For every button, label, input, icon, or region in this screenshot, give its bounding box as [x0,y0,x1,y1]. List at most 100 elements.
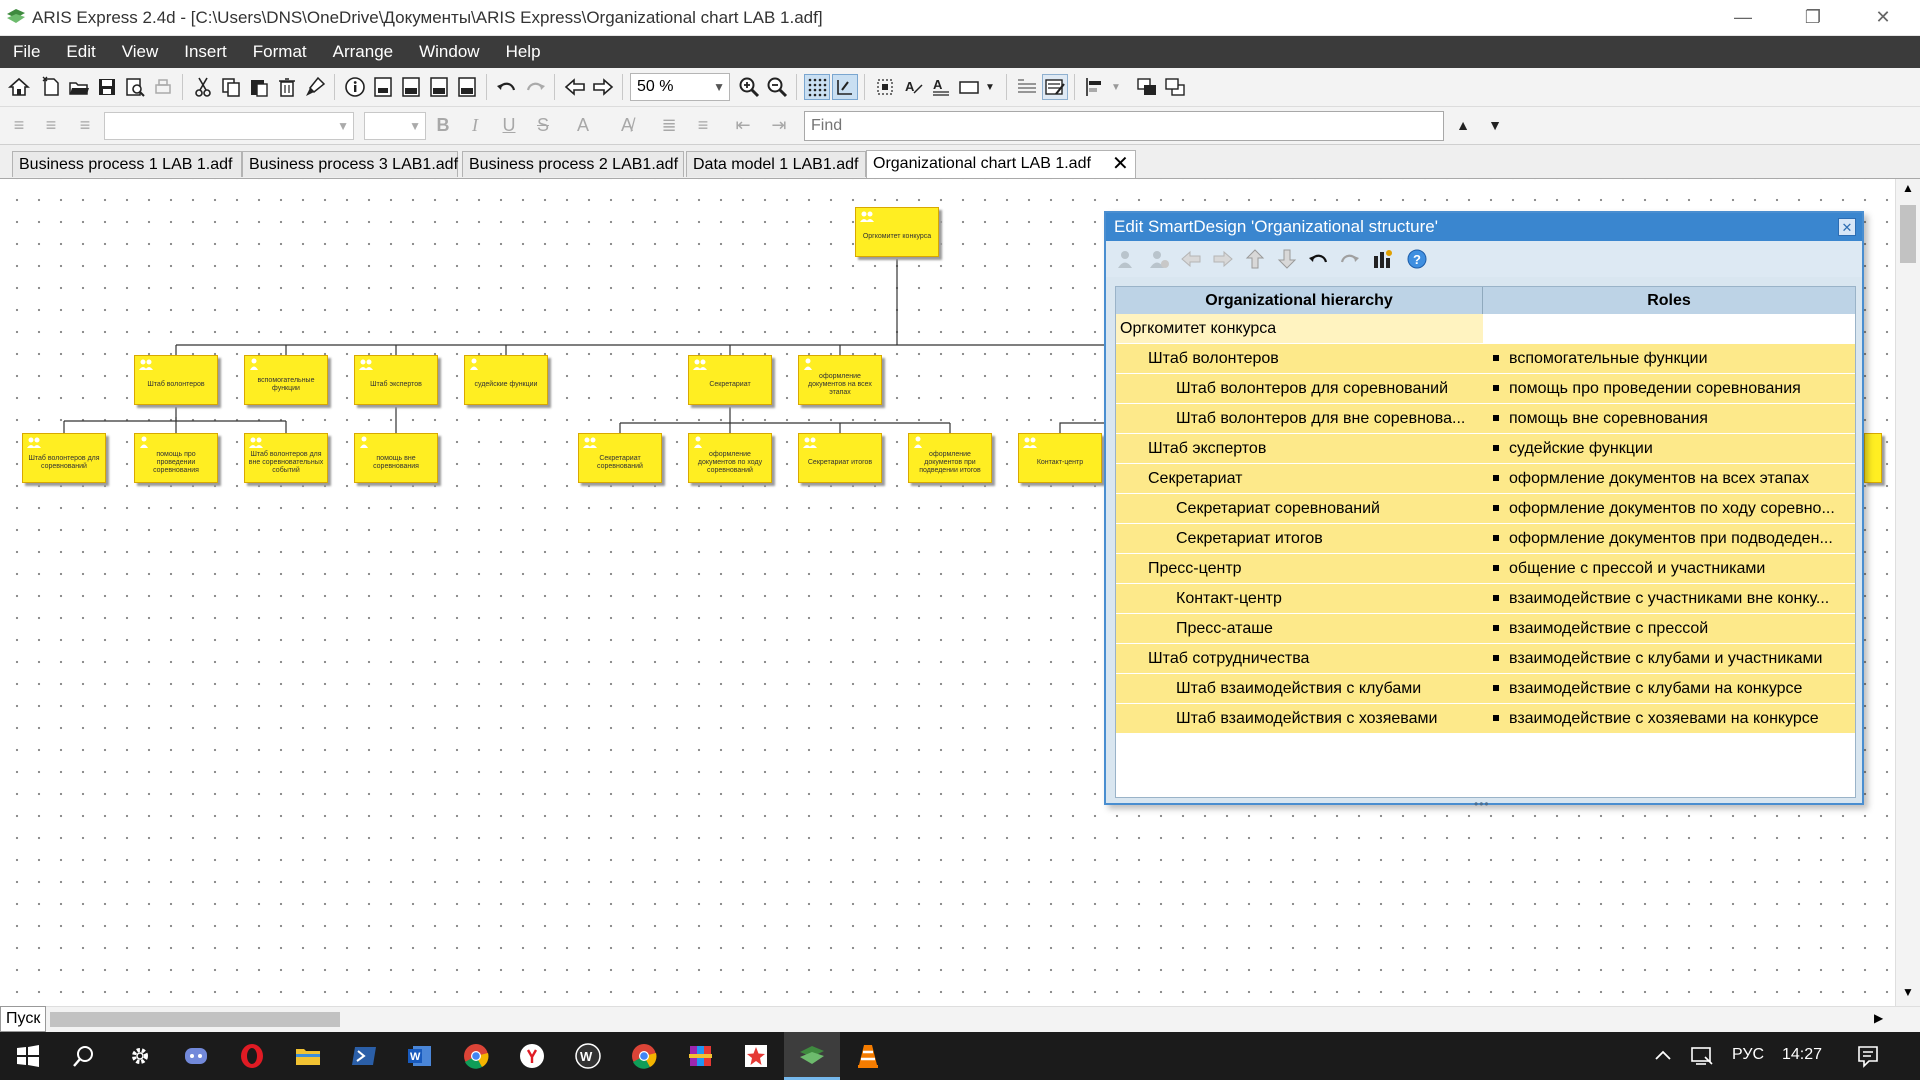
org-unit-box[interactable]: Штаб волонтеров для соревнований [22,433,106,483]
indent-button[interactable]: ⇥ [766,112,792,138]
smartdesign-button[interactable] [1042,74,1068,100]
taskbar-opera[interactable] [224,1032,280,1080]
taskbar-chrome[interactable] [448,1032,504,1080]
column-header-hierarchy[interactable]: Organizational hierarchy [1116,287,1483,314]
clear-format-button[interactable]: A̸ [614,112,640,138]
bullet-list-button[interactable]: ≡ [690,112,716,138]
role-box[interactable]: оформление документов по ходу соревнован… [688,433,772,483]
strikethrough-button[interactable]: S [530,112,556,138]
role-box[interactable]: оформление документов при подведении ито… [908,433,992,483]
back-button[interactable] [562,74,588,100]
find-next-button[interactable]: ▼ [1482,112,1508,138]
snap-toggle-button[interactable] [832,74,858,100]
align-left-button[interactable]: ≡ [6,112,32,138]
panel-redo-button[interactable] [1336,246,1362,272]
panel-close-button[interactable]: ✕ [1838,218,1856,236]
send-back-button[interactable] [1162,74,1188,100]
notifications-icon[interactable] [1856,1044,1880,1073]
language-indicator[interactable]: РУС [1732,1046,1764,1064]
horizontal-scroll-thumb[interactable] [50,1012,340,1027]
role-cell[interactable]: помощь вне соревнования [1483,404,1855,434]
zoom-in-button[interactable] [736,74,762,100]
role-cell[interactable]: взаимодействие с клубами и участниками [1483,644,1855,674]
hierarchy-cell[interactable]: Штаб взаимодействия с хозяевами [1116,704,1483,734]
hierarchy-cell[interactable]: Пресс-центр [1116,554,1483,584]
tab-organizational-chart[interactable]: Organizational chart LAB 1.adf ✕ [866,150,1136,178]
zoom-select[interactable]: 50 % ▼ [630,73,730,101]
taskbar-chrome-2[interactable] [616,1032,672,1080]
hierarchy-cell[interactable]: Секретариат соревнований [1116,494,1483,524]
taskbar-vlc[interactable] [840,1032,896,1080]
outdent-button[interactable]: ⇤ [730,112,756,138]
column-header-roles[interactable]: Roles [1483,287,1855,314]
restore-button[interactable]: ❐ [1790,0,1836,34]
move-right-button[interactable] [1210,246,1236,272]
role-cell[interactable]: оформление документов на всех этапах [1483,464,1855,494]
align-center-button[interactable]: ≡ [38,112,64,138]
org-unit-box[interactable]: Оргкомитет конкурса [855,207,939,257]
text-style-button[interactable]: A [900,74,926,100]
table-row[interactable]: Секретариат оформление документов на все… [1116,464,1855,494]
role-cell[interactable]: оформление документов по ходу соревно... [1483,494,1855,524]
org-unit-box[interactable]: Секретариат итогов [798,433,882,483]
taskbar-aris-express[interactable] [784,1032,840,1080]
tab-business-process-2[interactable]: Business process 2 LAB1.adf [462,151,684,177]
role-box[interactable]: вспомогательные функции [244,355,328,405]
menu-window[interactable]: Window [406,36,492,68]
export-image-button[interactable] [370,74,396,100]
panel-help-button[interactable]: ? [1404,246,1430,272]
new-button[interactable] [38,74,64,100]
taskbar-explorer[interactable] [280,1032,336,1080]
role-cell[interactable]: взаимодействие с прессой [1483,614,1855,644]
table-row[interactable]: Секретариат соревнований оформление доку… [1116,494,1855,524]
hierarchy-cell[interactable]: Контакт-центр [1116,584,1483,614]
vertical-scroll-thumb[interactable] [1900,205,1916,263]
menu-view[interactable]: View [109,36,172,68]
taskbar-word[interactable]: W [392,1032,448,1080]
role-cell[interactable]: взаимодействие с клубами на конкурсе [1483,674,1855,704]
move-left-button[interactable] [1178,246,1204,272]
export-pdf-button[interactable] [398,74,424,100]
bring-front-button[interactable] [1134,74,1160,100]
menu-help[interactable]: Help [493,36,554,68]
scroll-right-icon[interactable]: ▶ [1874,1011,1883,1025]
font-color-button[interactable]: A [570,112,596,138]
hierarchy-cell[interactable]: Штаб взаимодействия с клубами [1116,674,1483,704]
hierarchy-cell[interactable]: Штаб сотрудничества [1116,644,1483,674]
taskbar-app-w[interactable]: W [560,1032,616,1080]
role-cell[interactable]: помощь про проведении соревнования [1483,374,1855,404]
hierarchy-cell[interactable]: Секретариат итогов [1116,524,1483,554]
org-unit-box[interactable]: Штаб экспертов [354,355,438,405]
table-row[interactable]: Штаб сотрудничества взаимодействие с клу… [1116,644,1855,674]
align-right-button[interactable]: ≡ [72,112,98,138]
minimize-button[interactable]: — [1720,0,1766,34]
properties-button[interactable] [342,74,368,100]
select-all-button[interactable] [872,74,898,100]
tab-business-process-1[interactable]: Business process 1 LAB 1.adf [12,151,242,177]
outline-button[interactable] [1014,74,1040,100]
panel-header[interactable]: Edit SmartDesign 'Organizational structu… [1106,213,1862,241]
hierarchy-cell[interactable]: Штаб волонтеров для соревнований [1116,374,1483,404]
panel-settings-button[interactable] [1370,246,1396,272]
role-box[interactable]: помощь про проведении соревнования [134,433,218,483]
role-cell[interactable] [1483,314,1855,344]
save-button[interactable] [94,74,120,100]
find-previous-button[interactable]: ▲ [1450,112,1476,138]
role-cell[interactable]: вспомогательные функции [1483,344,1855,374]
find-input[interactable] [804,111,1444,141]
taskbar-settings[interactable] [112,1032,168,1080]
table-row[interactable]: Штаб волонтеров для вне соревнова... пом… [1116,404,1855,434]
export-pdf2-button[interactable] [426,74,452,100]
role-box[interactable]: помощь вне соревнования [354,433,438,483]
format-painter-button[interactable] [302,74,328,100]
hierarchy-cell[interactable]: Секретариат [1116,464,1483,494]
taskbar-winrar[interactable] [672,1032,728,1080]
table-row[interactable]: Штаб взаимодействия с хозяевами взаимоде… [1116,704,1855,734]
scroll-up-icon[interactable]: ▲ [1902,181,1914,195]
table-row[interactable]: Пресс-центр общение с прессой и участник… [1116,554,1855,584]
shape-dropdown[interactable]: ▼ [982,74,998,100]
table-row[interactable]: Секретариат итогов оформление документов… [1116,524,1855,554]
taskbar-terminal[interactable] [336,1032,392,1080]
paste-button[interactable] [246,74,272,100]
role-box[interactable]: оформление документов на всех этапах [798,355,882,405]
